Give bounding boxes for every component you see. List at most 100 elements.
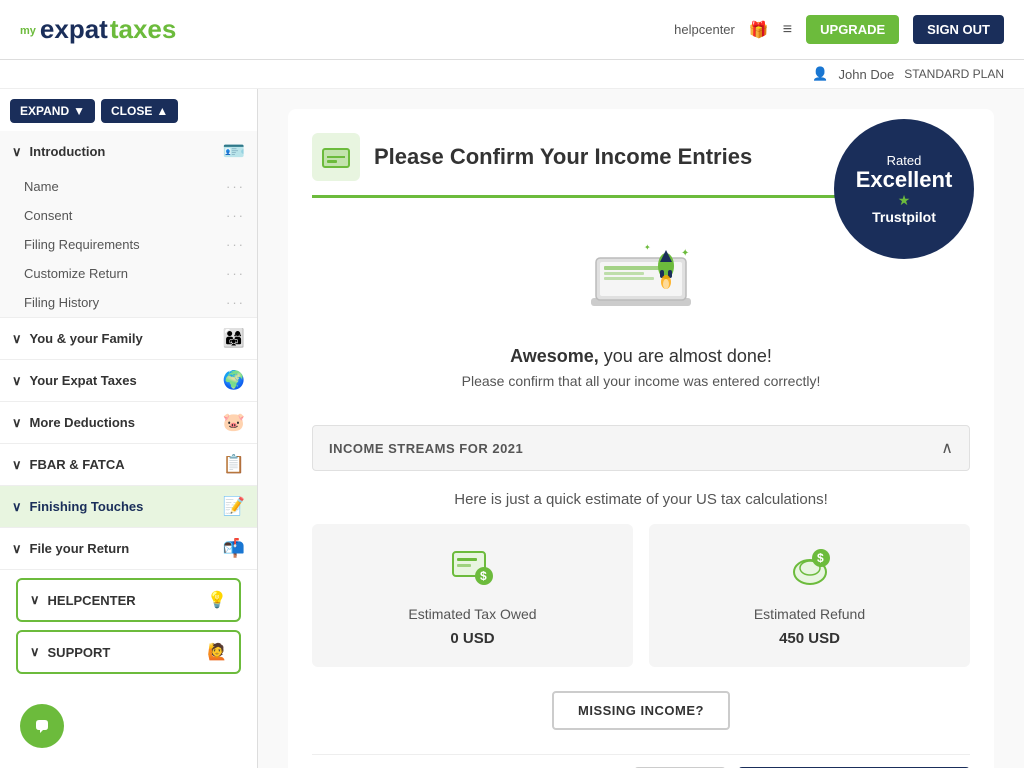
section-more-deductions-header[interactable]: ∨ More Deductions 🐷	[0, 402, 257, 443]
svg-text:✦: ✦	[681, 248, 689, 259]
section-expat-taxes: ∨ Your Expat Taxes 🌍	[0, 360, 257, 402]
introduction-icon: 🪪	[223, 141, 245, 162]
signout-button[interactable]: SIGN OUT	[913, 15, 1004, 44]
close-label: CLOSE	[111, 104, 152, 118]
main-layout: EXPAND ▼ CLOSE ▲ ∨ Introduction 🪪 Name··…	[0, 89, 1024, 768]
tax-cards: $ Estimated Tax Owed 0 USD $	[312, 524, 970, 667]
helpcenter-label: HELPCENTER	[48, 593, 136, 608]
label-expat-taxes: Your Expat Taxes	[30, 373, 137, 388]
logo-my-text: my	[20, 25, 36, 37]
item-consent-label: Consent	[24, 208, 72, 223]
item-name-label: Name	[24, 179, 59, 194]
close-icon: ▲	[156, 104, 168, 118]
svg-text:$: $	[480, 569, 487, 583]
section-introduction: ∨ Introduction 🪪 Name··· Consent··· Fili…	[0, 131, 257, 318]
sidebar-controls: EXPAND ▼ CLOSE ▲	[0, 89, 257, 131]
tax-owed-icon: $	[448, 544, 498, 598]
sidebar-bottom-sections: ∨ HELPCENTER 💡 ∨ SUPPORT 🙋	[8, 578, 249, 674]
section-chevron-introduction: ∨	[12, 144, 22, 160]
user-icon: 👤	[812, 66, 828, 82]
sidebar-item-consent[interactable]: Consent···	[0, 201, 257, 230]
helpcenter-link[interactable]: helpcenter	[674, 22, 735, 37]
header: my expat taxes helpcenter 🎁 ≡ UPGRADE SI…	[0, 0, 1024, 60]
item-filing-history-label: Filing History	[24, 295, 99, 310]
logo-expat-text: expat	[40, 14, 108, 45]
more-deductions-icon: 🐷	[223, 412, 245, 433]
sidebar-item-filing-req[interactable]: Filing Requirements···	[0, 230, 257, 259]
logo-taxes-text: taxes	[110, 14, 177, 45]
chevron-finishing-touches: ∨	[12, 499, 22, 515]
section-file-return-header[interactable]: ∨ File your Return 📬	[0, 528, 257, 569]
content-card: Rated Excellent ★ Trustpilot P	[288, 109, 994, 768]
header-right: helpcenter 🎁 ≡ UPGRADE SIGN OUT	[674, 15, 1004, 44]
close-button[interactable]: CLOSE ▲	[101, 99, 178, 123]
page-title-plain: Please	[374, 144, 450, 169]
chevron-fbar-fatca: ∨	[12, 457, 22, 473]
section-more-deductions: ∨ More Deductions 🐷	[0, 402, 257, 444]
awesome-bold: Awesome,	[510, 346, 599, 366]
awesome-rest: you are almost done!	[599, 346, 772, 366]
tax-refund-value: 450 USD	[779, 630, 840, 647]
tax-refund-card: $ Estimated Refund 450 USD	[649, 524, 970, 667]
sidebar: EXPAND ▼ CLOSE ▲ ∨ Introduction 🪪 Name··…	[0, 89, 258, 768]
awesome-text: Awesome, you are almost done!	[510, 346, 772, 367]
logo: my expat taxes	[20, 14, 176, 45]
expand-icon: ▼	[73, 104, 85, 118]
menu-icon[interactable]: ≡	[783, 21, 792, 39]
chat-button[interactable]	[20, 704, 64, 748]
section-label-introduction: Introduction	[30, 144, 106, 159]
user-name: John Doe	[839, 67, 895, 82]
chevron-more-deductions: ∨	[12, 415, 22, 431]
file-return-icon: 📬	[223, 538, 245, 559]
section-fbar-fatca: ∨ FBAR & FATCA 📋	[0, 444, 257, 486]
content-area: Rated Excellent ★ Trustpilot P	[258, 89, 1024, 768]
introduction-subitems: Name··· Consent··· Filing Requirements··…	[0, 172, 257, 317]
section-fbar-fatca-header[interactable]: ∨ FBAR & FATCA 📋	[0, 444, 257, 485]
chevron-you-family: ∨	[12, 331, 22, 347]
svg-text:$: $	[817, 551, 824, 565]
svg-text:✦: ✦	[644, 243, 651, 252]
trustpilot-rated-text: Rated	[887, 153, 922, 168]
helpcenter-chevron: ∨	[30, 592, 40, 608]
label-you-family: You & your Family	[30, 331, 143, 346]
page-header-icon	[312, 133, 360, 181]
section-introduction-header[interactable]: ∨ Introduction 🪪	[0, 131, 257, 172]
gift-icon[interactable]: 🎁	[749, 20, 769, 40]
missing-income-button[interactable]: MISSING INCOME?	[552, 691, 730, 730]
finishing-touches-icon: 📝	[223, 496, 245, 517]
missing-income-wrap: MISSING INCOME?	[312, 691, 970, 730]
user-bar: 👤 John Doe STANDARD PLAN	[0, 60, 1024, 89]
section-expat-taxes-header[interactable]: ∨ Your Expat Taxes 🌍	[0, 360, 257, 401]
rocket-illustration: ✦ ✦	[576, 228, 706, 338]
expand-label: EXPAND	[20, 104, 69, 118]
support-icon: 🙋	[207, 642, 227, 662]
label-fbar-fatca: FBAR & FATCA	[30, 457, 125, 472]
expand-button[interactable]: EXPAND ▼	[10, 99, 95, 123]
sidebar-item-customize[interactable]: Customize Return···	[0, 259, 257, 288]
sidebar-item-name[interactable]: Name···	[0, 172, 257, 201]
label-more-deductions: More Deductions	[30, 415, 135, 430]
item-filing-req-label: Filing Requirements	[24, 237, 140, 252]
page-title-suffix: Entries	[672, 144, 753, 169]
support-label: SUPPORT	[48, 645, 111, 660]
support-section: ∨ SUPPORT 🙋	[16, 630, 241, 674]
upgrade-button[interactable]: UPGRADE	[806, 15, 899, 44]
tax-refund-label: Estimated Refund	[754, 606, 865, 622]
section-finishing-touches: ∨ Finishing Touches 📝	[0, 486, 257, 528]
section-you-family-header[interactable]: ∨ You & your Family 👨‍👩‍👧	[0, 318, 257, 359]
income-streams-label: INCOME STREAMS for 2021	[329, 441, 523, 456]
income-streams-chevron-icon: ∧	[941, 438, 953, 458]
section-file-return: ∨ File your Return 📬	[0, 528, 257, 570]
income-streams-header[interactable]: INCOME STREAMS for 2021 ∧	[312, 425, 970, 471]
support-item[interactable]: ∨ SUPPORT 🙋	[18, 632, 239, 672]
section-finishing-touches-header[interactable]: ∨ Finishing Touches 📝	[0, 486, 257, 527]
helpcenter-section: ∨ HELPCENTER 💡	[16, 578, 241, 622]
support-chevron: ∨	[30, 644, 40, 660]
sidebar-item-filing-history[interactable]: Filing History···	[0, 288, 257, 317]
fbar-fatca-icon: 📋	[223, 454, 245, 475]
bottom-actions: BACK PROCEED TO CHECKOUT	[312, 754, 970, 768]
helpcenter-icon: 💡	[207, 590, 227, 610]
trustpilot-excellent-text: Excellent	[856, 168, 953, 192]
helpcenter-item[interactable]: ∨ HELPCENTER 💡	[18, 580, 239, 620]
item-customize-label: Customize Return	[24, 266, 128, 281]
